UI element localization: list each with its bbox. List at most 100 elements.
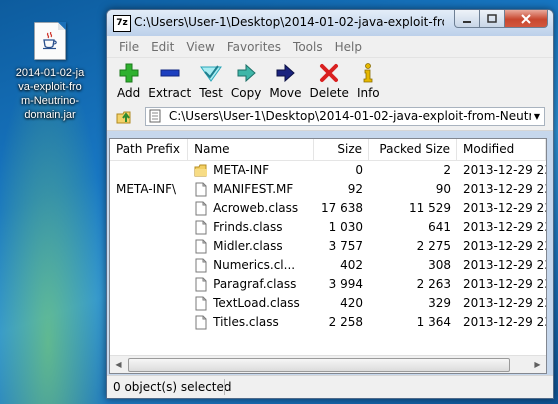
- copy-arrow-icon: [237, 63, 256, 83]
- file-icon: [195, 315, 207, 330]
- table-row[interactable]: Frinds.class 1 030 641 2013-12-29 23:41: [110, 218, 546, 237]
- table-row[interactable]: Paragraf.class 3 994 2 263 2013-12-29 23:41: [110, 275, 546, 294]
- table-row[interactable]: Titles.class 2 258 1 364 2013-12-29 23:41: [110, 313, 546, 332]
- sevenzip-window: 7z C:\Users\User-1\Desktop\2014-01-02-ja…: [106, 9, 554, 399]
- file-icon: [195, 220, 207, 235]
- folder-icon: [194, 164, 208, 177]
- file-rows: META-INF 0 2 2013-12-29 23:42 META-INF\ MANIF…: [110, 161, 546, 332]
- file-icon: [195, 239, 207, 254]
- column-packed-size[interactable]: Packed Size: [369, 139, 458, 160]
- table-row[interactable]: TextLoad.class 420 329 2013-12-29 23:41: [110, 294, 546, 313]
- status-bar: 0 object(s) selected: [107, 375, 553, 398]
- row-name-cell: Acroweb.class: [188, 199, 313, 218]
- close-icon: [521, 13, 531, 24]
- menu-bar: File Edit View Favorites Tools Help: [107, 36, 553, 58]
- copy-button[interactable]: Copy: [227, 58, 265, 100]
- chevron-down-icon[interactable]: ▼: [530, 108, 544, 125]
- address-input[interactable]: C:\Users\User-1\Desktop\2014-01-02-java-…: [145, 107, 545, 126]
- close-button[interactable]: [505, 10, 548, 28]
- menu-view[interactable]: View: [180, 40, 220, 54]
- minus-icon: [160, 69, 180, 77]
- column-size[interactable]: Size: [314, 139, 370, 160]
- row-name-cell: Paragraf.class: [188, 275, 313, 294]
- file-list: Path Prefix Name Size Packed Size Modifi…: [109, 138, 547, 374]
- row-modified: 2013-12-29 23:41: [463, 258, 546, 272]
- row-name: META-INF: [213, 163, 270, 177]
- row-path-prefix: [110, 218, 188, 237]
- sevenzip-app-icon[interactable]: 7z: [113, 15, 131, 32]
- row-name: Numerics.cl...: [213, 258, 296, 272]
- row-name: Frinds.class: [213, 220, 283, 234]
- minimize-button[interactable]: [454, 10, 480, 28]
- column-modified[interactable]: Modified: [457, 139, 546, 160]
- menu-edit[interactable]: Edit: [145, 40, 180, 54]
- row-path-prefix: [110, 275, 188, 294]
- column-path-prefix[interactable]: Path Prefix: [110, 139, 189, 160]
- info-button[interactable]: Info: [353, 58, 384, 100]
- row-packed-size: 329: [428, 296, 452, 310]
- row-packed-size: 1 364: [416, 315, 452, 329]
- row-path-prefix: [110, 199, 188, 218]
- row-size: 402: [340, 258, 364, 272]
- folder-up-icon: [116, 111, 131, 124]
- row-packed-size: 2 275: [416, 239, 452, 253]
- row-packed-size: 641: [428, 220, 452, 234]
- row-name-cell: META-INF: [188, 161, 313, 180]
- menu-file[interactable]: File: [113, 40, 145, 54]
- row-name-cell: Titles.class: [188, 313, 313, 332]
- file-icon: [195, 277, 207, 292]
- info-icon: [363, 63, 373, 83]
- row-packed-size: 2: [443, 163, 452, 177]
- column-name[interactable]: Name: [188, 139, 314, 160]
- row-name: Paragraf.class: [213, 277, 297, 291]
- title-bar[interactable]: 7z C:\Users\User-1\Desktop\2014-01-02-ja…: [107, 10, 553, 36]
- maximize-button[interactable]: [480, 10, 505, 28]
- menu-favorites[interactable]: Favorites: [221, 40, 287, 54]
- desktop-file-label: 2014-01-02-ja va-exploit-fro m-Neutrino-…: [15, 67, 85, 121]
- selection-status: 0 object(s) selected: [113, 380, 232, 394]
- row-modified: 2013-12-29 23:42: [463, 163, 546, 177]
- address-path: C:\Users\User-1\Desktop\2014-01-02-java-…: [168, 109, 531, 123]
- move-arrow-icon: [276, 63, 296, 83]
- file-icon: [195, 258, 207, 273]
- table-row[interactable]: META-INF\ MANIFEST.MF 92 90 2013-12-29 23:42: [110, 180, 546, 199]
- row-size: 17 638: [321, 201, 364, 215]
- delete-x-icon: [320, 64, 339, 82]
- row-path-prefix: [110, 161, 188, 180]
- extract-button[interactable]: Extract: [144, 58, 195, 100]
- row-modified: 2013-12-29 23:41: [463, 239, 546, 253]
- delete-button[interactable]: Delete: [306, 58, 353, 100]
- row-name-cell: Midler.class: [188, 237, 313, 256]
- menu-help[interactable]: Help: [329, 40, 368, 54]
- row-size: 2 258: [328, 315, 364, 329]
- menu-tools[interactable]: Tools: [287, 40, 329, 54]
- file-icon: [195, 182, 207, 197]
- desktop-jar-file[interactable]: 2014-01-02-ja va-exploit-fro m-Neutrino-…: [4, 22, 96, 122]
- row-size: 92: [347, 182, 364, 196]
- minimize-icon: [463, 20, 471, 23]
- scroll-right-icon[interactable]: ▶: [529, 356, 546, 373]
- test-button[interactable]: Test: [195, 58, 227, 100]
- row-name-cell: Frinds.class: [188, 218, 313, 237]
- add-button[interactable]: Add: [113, 58, 144, 100]
- up-folder-button[interactable]: [116, 108, 134, 126]
- table-row[interactable]: META-INF 0 2 2013-12-29 23:42: [110, 161, 546, 180]
- row-name-cell: MANIFEST.MF: [188, 180, 313, 199]
- scroll-left-icon[interactable]: ◀: [110, 356, 127, 373]
- row-modified: 2013-12-29 23:42: [463, 182, 546, 196]
- scrollbar-thumb[interactable]: [128, 358, 510, 372]
- row-modified: 2013-12-29 23:41: [463, 296, 546, 310]
- window-title: C:\Users\User-1\Desktop\2014-01-02-java-…: [134, 15, 444, 29]
- row-modified: 2013-12-29 23:41: [463, 220, 546, 234]
- row-modified: 2013-12-29 23:41: [463, 315, 546, 329]
- move-button[interactable]: Move: [265, 58, 305, 100]
- table-row[interactable]: Acroweb.class 17 638 11 529 2013-12-29 23:4…: [110, 199, 546, 218]
- row-size: 3 757: [328, 239, 364, 253]
- row-size: 1 030: [328, 220, 364, 234]
- row-modified: 2013-12-29 23:41: [463, 201, 546, 215]
- row-path-prefix: [110, 313, 188, 332]
- column-header-row: Path Prefix Name Size Packed Size Modifi…: [110, 139, 546, 161]
- horizontal-scrollbar[interactable]: ◀ ▶: [110, 355, 546, 373]
- table-row[interactable]: Midler.class 3 757 2 275 2013-12-29 23:41: [110, 237, 546, 256]
- table-row[interactable]: Numerics.cl... 402 308 2013-12-29 23:41: [110, 256, 546, 275]
